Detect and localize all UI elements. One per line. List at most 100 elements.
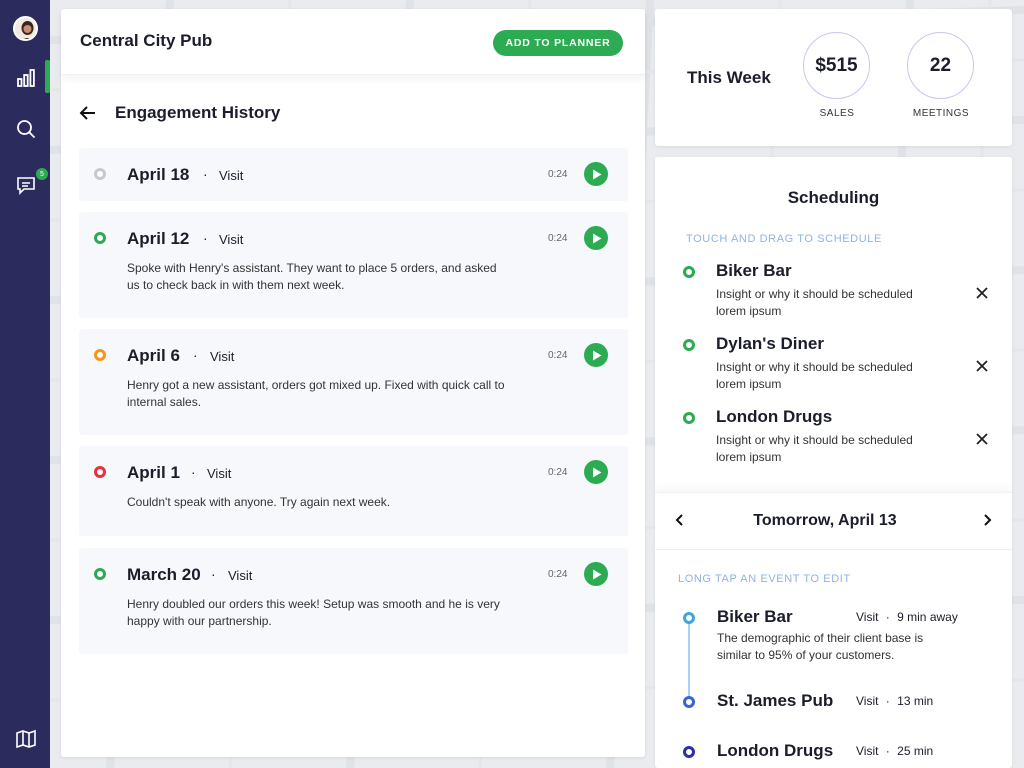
play-button[interactable] <box>584 460 608 484</box>
bar-chart-icon[interactable] <box>13 65 38 90</box>
history-card[interactable]: March 20 · Visit 0:24 Henry doubled our orde… <box>79 548 628 654</box>
search-icon[interactable] <box>13 116 38 141</box>
meetings-label: MEETINGS <box>912 108 970 119</box>
status-dot <box>683 412 695 424</box>
separator: · <box>203 166 208 182</box>
visit-date: April 6 <box>127 346 180 365</box>
event-sep: · <box>885 694 890 708</box>
status-dot <box>94 168 106 180</box>
duration: 0:24 <box>548 467 568 478</box>
sales-circle: $515 <box>803 32 870 99</box>
event-meta: Visit · 13 min <box>856 694 933 708</box>
schedule-item-name: Dylan's Diner <box>716 334 824 353</box>
schedule-item-desc: Insight or why it should be scheduled lo… <box>716 287 913 318</box>
event-type: Visit <box>856 694 879 708</box>
close-icon[interactable] <box>974 285 990 301</box>
visit-type: Visit <box>207 466 232 481</box>
timeline-dot <box>683 612 695 624</box>
duration: 0:24 <box>548 350 568 361</box>
chevron-right-icon[interactable] <box>980 513 994 527</box>
schedule-item-desc: Insight or why it should be scheduled lo… <box>716 433 913 464</box>
event-meta: Visit · 25 min <box>856 744 933 758</box>
timeline-dot <box>683 696 695 708</box>
scheduling-title: Scheduling <box>787 188 880 207</box>
event-distance: 9 min away <box>897 610 958 624</box>
status-dot <box>94 466 106 478</box>
visit-type: Visit <box>228 568 253 583</box>
event-sep: · <box>885 610 890 624</box>
engagement-panel: Central City Pub ADD TO PLANNER Engageme… <box>61 9 645 757</box>
status-dot <box>94 232 106 244</box>
avatar[interactable] <box>13 16 38 41</box>
visit-date: April 1 <box>127 463 180 482</box>
sales-value: $515 <box>815 54 858 76</box>
history-card[interactable]: April 12 · Visit 0:24 Spoke with Henry's ass… <box>79 212 628 318</box>
schedule-item-desc: Insight or why it should be scheduled lo… <box>716 360 913 391</box>
event-distance: 13 min <box>897 694 934 708</box>
duration: 0:24 <box>548 169 568 180</box>
play-button[interactable] <box>584 343 608 367</box>
event-distance: 25 min <box>897 744 934 758</box>
event-name: London Drugs <box>717 741 834 760</box>
event-name: St. James Pub <box>717 691 834 710</box>
play-icon <box>593 467 602 477</box>
visit-type: Visit <box>219 168 244 183</box>
status-dot <box>683 266 695 278</box>
separator: · <box>203 230 208 246</box>
chat-badge: 5 <box>36 168 48 180</box>
separator: · <box>191 464 196 480</box>
status-dot <box>94 568 106 580</box>
history-card[interactable]: April 1 · Visit 0:24 Couldn't speak with any… <box>79 446 628 536</box>
duration: 0:24 <box>548 233 568 244</box>
play-icon <box>593 169 602 179</box>
event-name: Biker Bar <box>717 607 793 626</box>
meetings-value: 22 <box>929 54 952 76</box>
sales-label: SALES <box>819 108 855 119</box>
day-title: Tomorrow, April 13 <box>753 512 897 529</box>
play-icon <box>593 569 602 579</box>
this-week-panel: This Week $515 SALES 22 MEETINGS <box>655 9 1012 146</box>
back-arrow-icon[interactable] <box>79 105 97 121</box>
timeline-line <box>688 620 690 704</box>
timeline-dot <box>683 746 695 758</box>
schedule-item-name: Biker Bar <box>716 261 792 280</box>
add-to-planner-button[interactable]: ADD TO PLANNER <box>493 30 623 56</box>
visit-type: Visit <box>210 349 235 364</box>
duration: 0:24 <box>548 569 568 580</box>
history-card[interactable]: April 18 · Visit 0:24 <box>79 148 628 201</box>
visit-note: Henry doubled our orders this week! Setu… <box>127 597 500 628</box>
visit-note: Couldn't speak with anyone. Try again ne… <box>127 495 391 509</box>
meetings-circle: 22 <box>907 32 974 99</box>
scheduling-panel: Scheduling TOUCH AND DRAG TO SCHEDULE Bi… <box>655 157 1012 768</box>
close-icon[interactable] <box>974 358 990 374</box>
visit-note: Spoke with Henry's assistant. They want … <box>127 261 497 292</box>
drag-hint: TOUCH AND DRAG TO SCHEDULE <box>686 233 882 245</box>
week-title: This Week <box>687 68 771 87</box>
schedule-item-name: London Drugs <box>716 407 833 426</box>
event-sep: · <box>885 744 890 758</box>
chat-icon[interactable]: 5 <box>13 168 48 197</box>
play-button[interactable] <box>584 162 608 186</box>
day-navigator: Tomorrow, April 13 <box>655 492 1012 550</box>
visit-type: Visit <box>219 232 244 247</box>
page-title: Central City Pub <box>80 31 213 50</box>
event-type: Visit <box>856 610 879 624</box>
play-icon <box>593 233 602 243</box>
event-desc: The demographic of their client base is … <box>717 631 924 662</box>
event-type: Visit <box>856 744 879 758</box>
visit-date: March 20 <box>127 565 201 584</box>
play-button[interactable] <box>584 562 608 586</box>
history-card[interactable]: April 6 · Visit 0:24 Henry got a new assista… <box>79 329 628 435</box>
event-meta: Visit · 9 min away <box>856 610 958 624</box>
active-indicator <box>45 60 50 93</box>
separator: · <box>211 566 216 582</box>
map-icon[interactable] <box>13 726 38 751</box>
play-button[interactable] <box>584 226 608 250</box>
status-dot <box>94 349 106 361</box>
close-icon[interactable] <box>974 431 990 447</box>
status-dot <box>683 339 695 351</box>
edit-hint: LONG TAP AN EVENT TO EDIT <box>678 573 851 585</box>
section-title: Engagement History <box>115 103 281 122</box>
visit-note: Henry got a new assistant, orders got mi… <box>127 378 505 409</box>
visit-date: April 12 <box>127 229 190 248</box>
